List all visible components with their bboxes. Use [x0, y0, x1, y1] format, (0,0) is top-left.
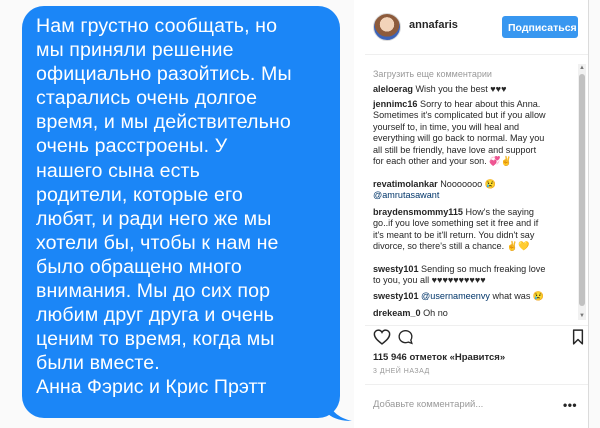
message-line: старались очень долгое — [36, 87, 258, 110]
message-line: было обращено много — [36, 255, 242, 278]
follow-button[interactable]: Подписаться — [502, 16, 578, 38]
scroll-down-icon[interactable]: ▼ — [579, 313, 585, 319]
comment: drekeam_0 Oh no — [373, 308, 573, 319]
heart-icon[interactable] — [373, 329, 391, 345]
comment-icon[interactable] — [397, 329, 414, 345]
post-time: 3 ДНЕЙ НАЗАД — [373, 368, 430, 375]
likes-count[interactable]: 115 946 отметок «Нравится» — [373, 352, 505, 363]
comment-text: Oh no — [423, 308, 448, 318]
comment-text: it's meant to be it'll return. You didn'… — [373, 229, 535, 240]
bookmark-icon[interactable] — [572, 329, 584, 345]
post-sidebar: annafaris Подписаться Загрузить еще комм… — [365, 0, 588, 428]
comment-username[interactable]: aleloerag — [373, 84, 413, 94]
comment-text: everything will go back to normal. May y… — [373, 133, 545, 144]
comment: swesty101 @usernameenvy what was 😢 — [373, 291, 573, 302]
message-line: любят, и ради него же мы — [36, 207, 272, 230]
message-line: хотели бы, чтобы к нам не — [36, 231, 279, 254]
comment-text: yourself to, in time, you will heal and — [373, 121, 520, 132]
comment-text: Wish you the best ♥♥♥ — [415, 84, 507, 94]
divider — [365, 54, 588, 55]
divider — [365, 384, 588, 385]
comment: swesty101 Sending so much freaking love … — [373, 264, 573, 287]
comment-text: for each other and your son. 💞✌ — [373, 156, 512, 167]
post-image: Нам грустно сообщать, но мы приняли реше… — [0, 0, 354, 428]
comments-list: Загрузить еще комментарии aleloerag Wish… — [365, 62, 588, 324]
comment-text: How's the saying — [465, 207, 534, 217]
comment: revatimolankar Nooooooo 😢 @amrutasawant — [373, 179, 573, 202]
comment: aleloerag Wish you the best ♥♥♥ — [373, 84, 573, 95]
comment-text: Sometimes it's complicated but if you al… — [373, 110, 546, 121]
message-line: время, и мы действительно — [36, 111, 291, 134]
comment: jennimc16 Sorry to hear about this Anna.… — [373, 99, 573, 167]
scrollbar-thumb[interactable] — [579, 74, 585, 306]
message-line: ценим то время, когда мы — [36, 328, 275, 351]
post-header: annafaris Подписаться — [365, 6, 588, 50]
comment-text: go..if you love something set it free an… — [373, 218, 539, 229]
comment-text: all still be friendly, have love and sup… — [373, 144, 537, 155]
message-line: любим друг друга и очень — [36, 304, 275, 327]
comment: braydensmommy115 How's the saying go..if… — [373, 207, 573, 253]
comment-username[interactable]: jennimc16 — [373, 99, 417, 109]
comment-text: divorce, so there's still a chance. ✌💛 — [373, 241, 530, 252]
message-line: Нам грустно сообщать, но — [36, 15, 278, 37]
message-line: очень расстроены. У — [36, 135, 228, 158]
add-comment-input[interactable]: Добавьте комментарий... — [373, 399, 483, 410]
comment-text: Sorry to hear about this Anna. — [420, 99, 541, 109]
comments-scrollbar[interactable]: ▲ ▼ — [578, 64, 586, 320]
comment-username[interactable]: swesty101 — [373, 291, 419, 301]
comment-text: to you, you all ♥♥♥♥♥♥♥♥♥♥ — [373, 275, 486, 286]
comment-text: what was 😢 — [492, 291, 545, 301]
message-signature: Анна Фэрис и Крис Прэтт — [36, 376, 267, 399]
comment-mention[interactable]: @usernameenvy — [421, 291, 490, 301]
more-options-icon[interactable]: ••• — [563, 398, 577, 412]
message-line: нашего сына есть — [36, 159, 200, 182]
comment-username[interactable]: drekeam_0 — [373, 308, 421, 318]
message-line: официально разойтись. Мы — [36, 63, 292, 86]
comment-text: Nooooooo 😢 — [440, 179, 497, 189]
scroll-up-icon[interactable]: ▲ — [579, 65, 585, 71]
comment-username[interactable]: revatimolankar — [373, 179, 438, 189]
instagram-post: Нам грустно сообщать, но мы приняли реше… — [0, 0, 589, 428]
message-line: внимания. Мы до сих пор — [36, 280, 271, 303]
message-bubble: Нам грустно сообщать, но мы приняли реше… — [22, 6, 340, 418]
comment-username[interactable]: swesty101 — [373, 264, 419, 274]
avatar[interactable] — [373, 13, 401, 41]
divider — [365, 325, 588, 326]
comment-username[interactable]: braydensmommy115 — [373, 207, 463, 217]
message-line: были вместе. — [36, 352, 160, 375]
bubble-tail — [328, 400, 352, 421]
message-line: мы приняли решение — [36, 39, 234, 62]
message-line: родители, которые его — [36, 183, 243, 206]
username[interactable]: annafaris — [409, 19, 458, 31]
comment-mention[interactable]: @amrutasawant — [373, 190, 439, 200]
post-actions — [373, 329, 584, 349]
comment-text: Sending so much freaking love — [421, 264, 546, 274]
load-more-comments-link[interactable]: Загрузить еще комментарии — [373, 69, 492, 79]
